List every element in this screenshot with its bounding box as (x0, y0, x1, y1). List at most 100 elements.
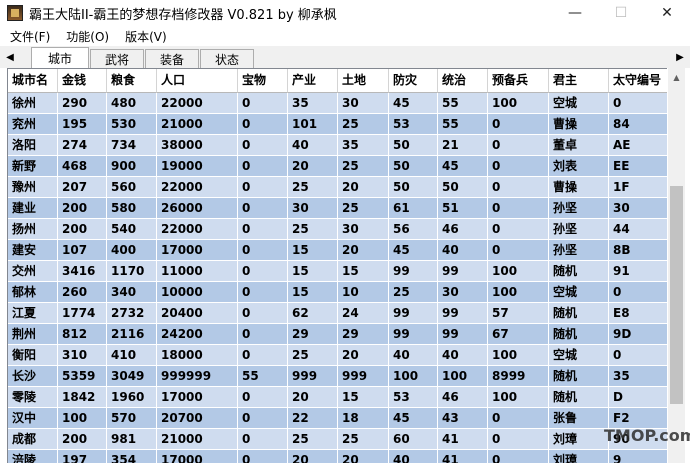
table-cell[interactable]: 30 (338, 219, 389, 240)
table-cell[interactable]: 50 (389, 177, 438, 198)
table-cell[interactable]: 0 (488, 135, 549, 156)
table-cell[interactable]: 20 (338, 177, 389, 198)
table-row[interactable]: 汉中 100 570 20700 0 22 18 45 43 0 张鲁 F2 (8, 408, 667, 429)
table-cell[interactable]: 18000 (157, 345, 238, 366)
column-header[interactable]: 防灾 (389, 69, 438, 93)
table-cell[interactable]: 53 (389, 387, 438, 408)
table-cell[interactable]: 20 (338, 345, 389, 366)
tab-scroll-right-icon[interactable]: ▶ (673, 49, 687, 65)
table-cell[interactable]: 孙坚 (549, 198, 609, 219)
table-cell[interactable]: 999999 (157, 366, 238, 387)
table-cell[interactable]: 100 (488, 345, 549, 366)
table-cell[interactable]: 5359 (58, 366, 107, 387)
table-row[interactable]: 衡阳 310 410 18000 0 25 20 40 40 100 空城 0 (8, 345, 667, 366)
table-cell[interactable]: 20 (338, 240, 389, 261)
table-cell[interactable]: 60 (389, 429, 438, 450)
table-cell[interactable]: 50 (438, 177, 488, 198)
tab-equipment[interactable]: 装备 (145, 49, 199, 68)
table-cell[interactable]: 汉中 (8, 408, 58, 429)
table-cell[interactable]: 21000 (157, 114, 238, 135)
column-header[interactable]: 太守编号 (609, 69, 667, 93)
table-cell[interactable]: 30 (288, 198, 338, 219)
table-cell[interactable]: 0 (238, 156, 288, 177)
menu-version[interactable]: 版本(V) (117, 28, 175, 45)
table-cell[interactable]: 57 (488, 303, 549, 324)
table-cell[interactable]: 17000 (157, 240, 238, 261)
table-row[interactable]: 洛阳 274 734 38000 0 40 35 50 21 0 董卓 AE (8, 135, 667, 156)
table-cell[interactable]: 0 (488, 177, 549, 198)
table-cell[interactable]: 40 (438, 345, 488, 366)
table-cell[interactable]: 410 (107, 345, 157, 366)
scroll-up-icon[interactable]: ▲ (668, 70, 685, 84)
table-cell[interactable]: 41 (438, 450, 488, 463)
table-cell[interactable]: 46 (438, 219, 488, 240)
table-cell[interactable]: 20 (288, 156, 338, 177)
table-cell[interactable]: 孙坚 (549, 240, 609, 261)
table-row[interactable]: 涪陵 197 354 17000 0 20 20 40 41 0 刘璋 9 (8, 450, 667, 463)
table-cell[interactable]: 999 (338, 366, 389, 387)
tab-generals[interactable]: 武将 (90, 49, 144, 68)
table-cell[interactable]: 0 (488, 240, 549, 261)
maximize-button[interactable]: ☐ (598, 0, 644, 26)
table-cell[interactable]: 480 (107, 93, 157, 114)
table-cell[interactable]: 曹操 (549, 177, 609, 198)
table-cell[interactable]: 99 (389, 303, 438, 324)
table-cell[interactable]: 0 (238, 135, 288, 156)
table-cell[interactable]: 1170 (107, 261, 157, 282)
table-cell[interactable]: 22000 (157, 177, 238, 198)
table-row[interactable]: 交州 3416 1170 11000 0 15 15 99 99 100 随机 91 (8, 261, 667, 282)
table-cell[interactable]: 19000 (157, 156, 238, 177)
table-cell[interactable]: 29 (338, 324, 389, 345)
table-cell[interactable]: 10 (338, 282, 389, 303)
table-row[interactable]: 长沙 5359 3049 999999 55 999 999 100 100 8999 随机 35 (8, 366, 667, 387)
table-cell[interactable]: 17000 (157, 387, 238, 408)
table-cell[interactable]: 40 (389, 345, 438, 366)
table-cell[interactable]: 江夏 (8, 303, 58, 324)
table-cell[interactable]: 20 (338, 450, 389, 463)
table-cell[interactable]: 长沙 (8, 366, 58, 387)
table-cell[interactable]: 15 (288, 261, 338, 282)
vertical-scrollbar[interactable]: ▲ (668, 68, 685, 463)
table-cell[interactable]: E8 (609, 303, 667, 324)
table-cell[interactable]: 24200 (157, 324, 238, 345)
table-cell[interactable]: 25 (288, 345, 338, 366)
table-row[interactable]: 建安 107 400 17000 0 15 20 45 40 0 孙坚 8B (8, 240, 667, 261)
table-cell[interactable]: 空城 (549, 93, 609, 114)
table-cell[interactable]: 0 (238, 198, 288, 219)
table-cell[interactable]: 999 (288, 366, 338, 387)
table-cell[interactable]: 540 (107, 219, 157, 240)
menu-file[interactable]: 文件(F) (0, 28, 58, 45)
table-cell[interactable]: 45 (389, 408, 438, 429)
table-cell[interactable]: 25 (338, 156, 389, 177)
table-cell[interactable]: 29 (288, 324, 338, 345)
table-cell[interactable]: 1960 (107, 387, 157, 408)
table-cell[interactable]: 99 (389, 261, 438, 282)
table-cell[interactable]: 扬州 (8, 219, 58, 240)
column-header[interactable]: 人口 (157, 69, 238, 93)
table-cell[interactable]: 100 (438, 366, 488, 387)
table-cell[interactable]: 580 (107, 198, 157, 219)
table-row[interactable]: 零陵 1842 1960 17000 0 20 15 53 46 100 随机 D (8, 387, 667, 408)
table-cell[interactable]: 200 (58, 219, 107, 240)
tab-status[interactable]: 状态 (200, 49, 254, 68)
table-cell[interactable]: 25 (389, 282, 438, 303)
table-cell[interactable]: 25 (288, 429, 338, 450)
table-cell[interactable]: 812 (58, 324, 107, 345)
table-cell[interactable]: 56 (389, 219, 438, 240)
table-cell[interactable]: 99 (389, 324, 438, 345)
table-cell[interactable]: 468 (58, 156, 107, 177)
table-row[interactable]: 徐州 290 480 22000 0 35 30 45 55 100 空城 0 (8, 93, 667, 114)
table-cell[interactable]: 0 (238, 282, 288, 303)
column-header[interactable]: 城市名 (8, 69, 58, 93)
table-cell[interactable]: 18 (338, 408, 389, 429)
table-cell[interactable]: 22000 (157, 93, 238, 114)
table-cell[interactable]: 8B (609, 240, 667, 261)
table-cell[interactable]: 51 (438, 198, 488, 219)
table-cell[interactable]: 100 (488, 282, 549, 303)
table-row[interactable]: 江夏 1774 2732 20400 0 62 24 99 99 57 随机 E8 (8, 303, 667, 324)
table-cell[interactable]: 22 (288, 408, 338, 429)
table-cell[interactable]: 0 (238, 261, 288, 282)
table-cell[interactable]: 100 (488, 93, 549, 114)
table-cell[interactable]: 84 (609, 114, 667, 135)
table-cell[interactable]: 25 (288, 219, 338, 240)
